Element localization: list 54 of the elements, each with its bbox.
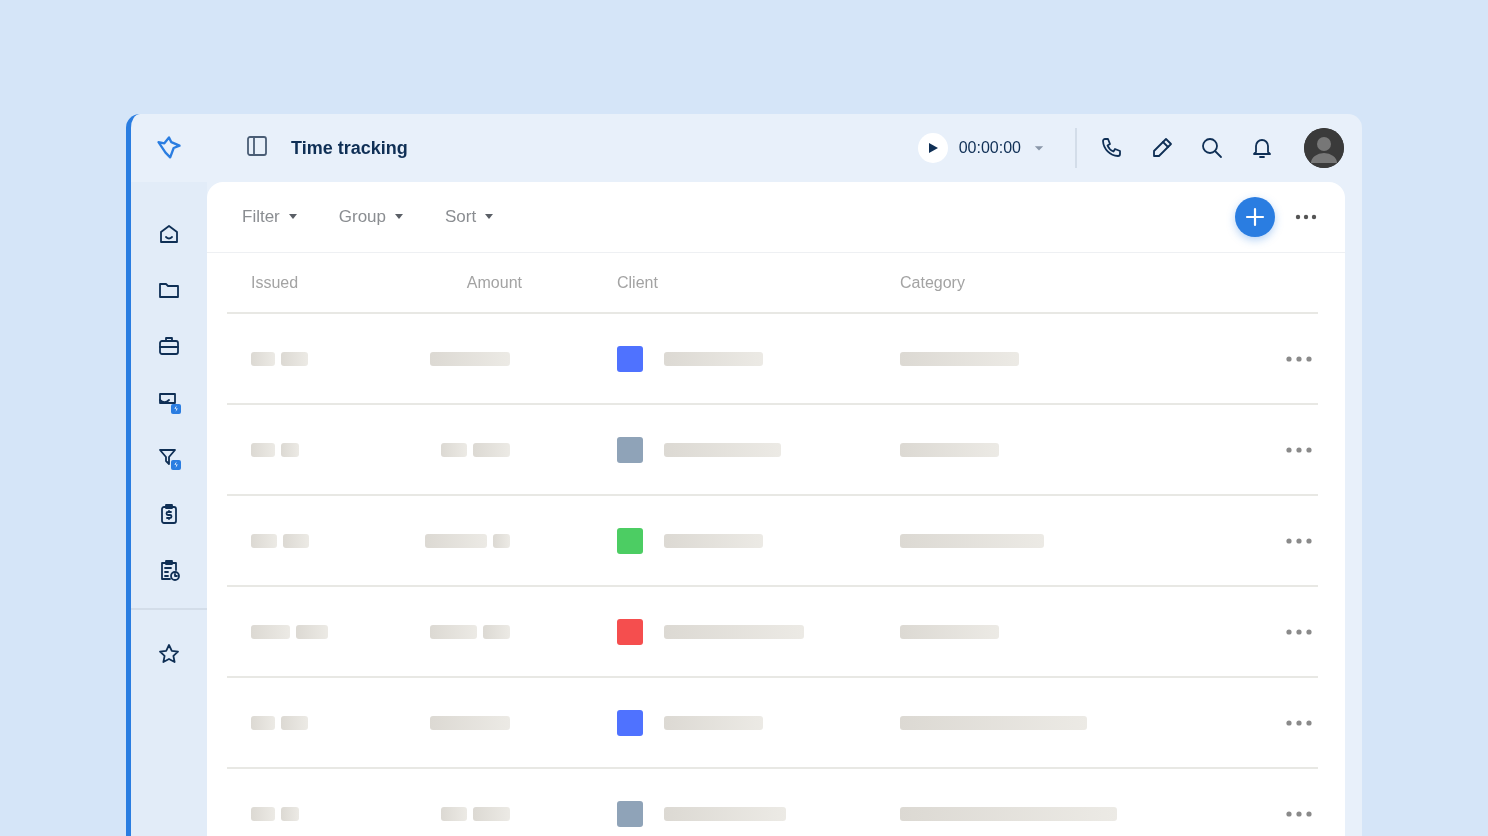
home-icon[interactable] (157, 222, 181, 246)
row-menu-icon[interactable] (1286, 628, 1312, 635)
briefcase-icon[interactable] (157, 334, 181, 358)
dropdown-button[interactable]: Group (338, 207, 405, 227)
skeleton-bar (281, 806, 299, 821)
more-icon[interactable] (1295, 214, 1317, 220)
page-title: Time tracking (291, 137, 408, 159)
dropdown-button[interactable]: Filter (242, 207, 298, 227)
dropdown-button[interactable]: Sort (445, 207, 495, 227)
column-header[interactable]: Category (900, 273, 1258, 292)
caret-icon (484, 214, 495, 220)
plus-icon (1245, 207, 1265, 227)
column-header[interactable]: Client (522, 273, 900, 292)
skeleton-bar (251, 715, 275, 730)
skeleton-bar (251, 351, 275, 366)
skeleton-bar (441, 442, 467, 457)
skeleton-bar (296, 624, 328, 639)
add-button[interactable] (1235, 197, 1275, 237)
skeleton-bar (441, 806, 467, 821)
column-header[interactable]: Amount (466, 273, 522, 292)
caret-icon (287, 214, 298, 220)
bell-icon[interactable] (1250, 136, 1274, 160)
skeleton-bar (251, 442, 275, 457)
timer-display: 00:00:00 (958, 139, 1021, 157)
play-icon (926, 142, 939, 154)
skeleton-bar (473, 806, 510, 821)
row-menu-icon[interactable] (1286, 446, 1312, 453)
star-icon[interactable] (157, 642, 181, 666)
row-menu-icon[interactable] (1286, 355, 1312, 362)
inbox-bolt-icon[interactable] (157, 390, 181, 414)
filter-bolt-icon[interactable] (157, 446, 181, 470)
skeleton-bar (281, 442, 299, 457)
sidebar-toggle-icon[interactable] (245, 134, 269, 158)
play-button[interactable] (917, 133, 948, 163)
skeleton-bar (281, 715, 308, 730)
phone-icon[interactable] (1100, 136, 1124, 160)
skeleton-bar (473, 442, 510, 457)
skeleton-bar (251, 624, 290, 639)
row-menu-icon[interactable] (1286, 537, 1312, 544)
skeleton-bar (483, 624, 510, 639)
pencil-icon[interactable] (1150, 136, 1174, 160)
search-icon[interactable] (1200, 136, 1224, 160)
skeleton-bar (425, 533, 487, 548)
caret-icon (394, 214, 405, 220)
row-menu-icon[interactable] (1286, 719, 1312, 726)
skeleton-bar (430, 624, 477, 639)
avatar-icon[interactable] (1304, 128, 1344, 168)
skeleton-bar (493, 533, 510, 548)
skeleton-bar (251, 806, 275, 821)
skeleton-bar (251, 533, 277, 548)
skeleton-bar (281, 351, 308, 366)
row-menu-icon[interactable] (1286, 810, 1312, 817)
column-header[interactable]: Issued (227, 273, 427, 292)
skeleton-bar (283, 533, 309, 548)
